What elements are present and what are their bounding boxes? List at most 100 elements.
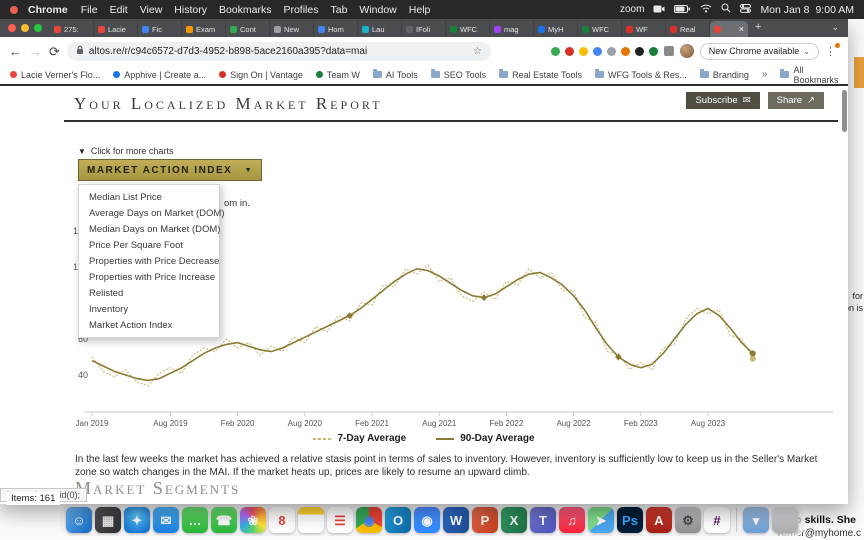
control-center-icon[interactable] — [740, 3, 752, 16]
extension-icon[interactable] — [550, 46, 560, 56]
menubar-clock[interactable]: Mon Jan 8 9:00 AM — [760, 4, 854, 16]
reload-button[interactable]: ⟳ — [49, 45, 60, 58]
subscribe-button[interactable]: Subscribe ✉ — [686, 92, 760, 109]
chrome-update-pill[interactable]: New Chrome available ⌄ — [699, 42, 819, 60]
dock-acrobat-icon[interactable]: A — [646, 507, 672, 533]
close-window-button[interactable] — [8, 24, 16, 32]
dropdown-option[interactable]: Market Action Index — [79, 317, 219, 333]
bookmark-site[interactable]: Team W — [315, 70, 360, 80]
menubar-item-bookmarks[interactable]: Bookmarks — [219, 4, 272, 16]
bookmark-site[interactable]: Sign On | Vantage — [219, 70, 303, 80]
forward-button[interactable]: → — [29, 45, 42, 58]
address-bar[interactable]: altos.re/r/c94c6572-d7d3-4952-b898-5ace2… — [66, 41, 491, 61]
bookmark-folder[interactable]: AI Tools — [372, 69, 418, 80]
dock-outlook-icon[interactable]: O — [385, 507, 411, 533]
dock-calendar-icon[interactable]: 8 — [269, 507, 295, 533]
browser-tab[interactable]: MyH — [534, 21, 578, 37]
menubar-item-help[interactable]: Help — [409, 4, 431, 16]
back-button[interactable]: ← — [9, 45, 22, 58]
menubar-item-tab[interactable]: Tab — [330, 4, 347, 16]
search-icon[interactable] — [721, 3, 731, 16]
dock-slack-icon[interactable]: # — [704, 507, 730, 533]
browser-tab[interactable]: Cont — [226, 21, 270, 37]
menubar-item-view[interactable]: View — [140, 4, 163, 16]
extension-icon[interactable] — [592, 46, 602, 56]
dropdown-option[interactable]: Properties with Price Increase — [79, 269, 219, 285]
zoom-window-button[interactable] — [34, 24, 42, 32]
bookmark-site[interactable]: Apphive | Create a... — [113, 70, 206, 80]
bookmark-folder[interactable]: Real Estate Tools — [499, 69, 582, 80]
extension-icon[interactable] — [620, 46, 630, 56]
menubar-item-history[interactable]: History — [174, 4, 207, 16]
menubar-item-edit[interactable]: Edit — [110, 4, 128, 16]
profile-avatar[interactable] — [679, 44, 694, 58]
browser-tab[interactable]: 275: — [50, 21, 94, 37]
minimize-window-button[interactable] — [21, 24, 29, 32]
tab-close-icon[interactable]: × — [739, 24, 744, 34]
browser-tab[interactable]: WF — [622, 21, 666, 37]
dock-zoom-icon[interactable]: ◉ — [414, 507, 440, 533]
browser-tab-active[interactable]: × — [710, 21, 748, 37]
wifi-icon[interactable] — [700, 4, 712, 16]
menubar-app-name[interactable]: Chrome — [28, 4, 68, 16]
browser-tab[interactable]: Exam — [182, 21, 226, 37]
battery-icon[interactable] — [674, 4, 691, 16]
browser-tab[interactable]: WFC — [446, 21, 490, 37]
dock-chrome-icon[interactable]: ◉ — [356, 507, 382, 533]
extension-icon[interactable] — [648, 46, 658, 56]
browser-tab[interactable]: Hom — [314, 21, 358, 37]
dock-mail-icon[interactable]: ✉ — [153, 507, 179, 533]
extension-icon[interactable] — [578, 46, 588, 56]
dock-powerpoint-icon[interactable]: P — [472, 507, 498, 533]
dropdown-option[interactable]: Properties with Price Decrease — [79, 253, 219, 269]
menubar-item-window[interactable]: Window — [359, 4, 396, 16]
browser-tab[interactable]: Lacie — [94, 21, 138, 37]
browser-tab[interactable]: WFC — [578, 21, 622, 37]
bookmark-site[interactable]: Lacie Verner's Flo... — [10, 70, 100, 80]
browser-tab[interactable]: IFoli — [402, 21, 446, 37]
browser-menu-icon[interactable]: ⋮ — [825, 42, 840, 58]
dock-finder-icon[interactable]: ☺ — [66, 507, 92, 533]
new-tab-button[interactable]: + — [748, 21, 768, 35]
dock-photoshop-icon[interactable]: Ps — [617, 507, 643, 533]
legend-item[interactable]: 90-Day Average — [436, 433, 535, 444]
dock-facetime-icon[interactable]: ☎ — [211, 507, 237, 533]
browser-tab[interactable]: Real — [666, 21, 710, 37]
dropdown-option[interactable]: Relisted — [79, 285, 219, 301]
apple-menu-icon[interactable] — [10, 5, 18, 14]
dock-maps-icon[interactable]: ➤ — [588, 507, 614, 533]
dock-music-icon[interactable]: ♫ — [559, 507, 585, 533]
browser-tab[interactable]: New — [270, 21, 314, 37]
bookmark-folder[interactable]: SEO Tools — [430, 69, 486, 80]
dock-excel-icon[interactable]: X — [501, 507, 527, 533]
dropdown-option[interactable]: Inventory — [79, 301, 219, 317]
browser-tab[interactable]: mag — [490, 21, 534, 37]
dock-photos-icon[interactable]: ❀ — [240, 507, 266, 533]
dock-messages-icon[interactable]: … — [182, 507, 208, 533]
bookmark-star-icon[interactable]: ☆ — [473, 46, 482, 57]
chart-selector-dropdown[interactable]: Market Action Index ▼ — [78, 159, 262, 181]
extensions-puzzle-icon[interactable] — [663, 46, 674, 56]
extension-icon[interactable] — [564, 46, 574, 56]
browser-tab[interactable]: Fic — [138, 21, 182, 37]
dropdown-option[interactable]: Median Days on Market (DOM) — [79, 221, 220, 237]
extension-icon[interactable] — [634, 46, 644, 56]
dock-settings-icon[interactable]: ⚙ — [675, 507, 701, 533]
legend-item[interactable]: 7-Day Average — [313, 433, 406, 444]
dock-safari-icon[interactable]: ✦ — [124, 507, 150, 533]
more-charts-link[interactable]: ▼ Click for more charts — [78, 146, 173, 156]
dropdown-option[interactable]: Price Per Square Foot — [79, 237, 219, 253]
bookmark-folder[interactable]: Branding — [699, 69, 749, 80]
zoom-status-item[interactable]: zoom — [620, 4, 644, 15]
bookmark-folder[interactable]: WFG Tools & Res... — [595, 69, 687, 80]
page-scrollbar[interactable] — [842, 90, 847, 132]
dropdown-option[interactable]: Average Days on Market (DOM) — [79, 205, 225, 221]
menubar-item-profiles[interactable]: Profiles — [283, 4, 318, 16]
tab-search-chevron-icon[interactable]: ⌄ — [831, 22, 848, 35]
browser-tab[interactable]: Lau — [358, 21, 402, 37]
share-button[interactable]: Share ↗ — [767, 92, 824, 109]
dock-trash-icon[interactable] — [772, 507, 798, 533]
video-icon[interactable] — [653, 4, 665, 16]
extension-icon[interactable] — [606, 46, 616, 56]
dock-notes-icon[interactable] — [298, 507, 324, 533]
